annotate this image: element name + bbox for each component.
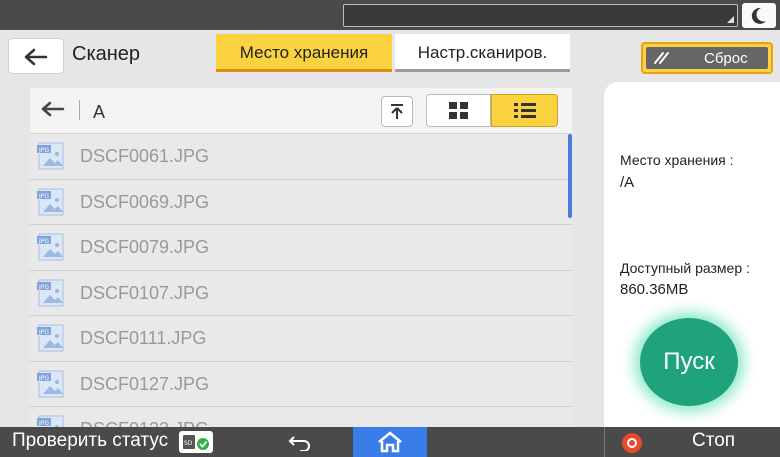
jpg-file-icon: JPG: [37, 279, 64, 306]
grid-icon: [449, 102, 468, 119]
file-browser: A JPG DSCF0061.JPG JPG DSCF0069.JPG JPG …: [30, 88, 572, 427]
home-icon: [378, 431, 402, 453]
file-name: DSCF0107.JPG: [80, 282, 210, 303]
svg-text:SD: SD: [184, 440, 193, 447]
bottom-bar: Проверить статус SD Стоп: [0, 427, 780, 457]
storage-label: Место хранения :: [620, 152, 734, 168]
reset-button-body: Сброс: [646, 47, 768, 69]
jpg-file-icon: JPG: [37, 233, 64, 261]
top-status-bar: [0, 0, 780, 30]
reset-label: Сброс: [704, 50, 748, 67]
list-item[interactable]: JPG DSCF0111.JPG: [30, 316, 572, 362]
back-button[interactable]: [8, 38, 64, 74]
path-separator: [79, 100, 80, 120]
list-item[interactable]: JPG DSCF0107.JPG: [30, 270, 572, 316]
file-name: DSCF0127.JPG: [80, 373, 210, 394]
file-name: DSCF0111.JPG: [80, 328, 207, 348]
scrollbar[interactable]: [568, 134, 572, 218]
list-icon: [514, 103, 536, 118]
path-bar: A: [30, 88, 572, 134]
reset-button[interactable]: Сброс: [641, 42, 773, 74]
message-box[interactable]: [343, 4, 738, 27]
file-name: DSCF0079.JPG: [80, 237, 210, 257]
jpg-file-icon: JPG: [37, 142, 64, 170]
reset-icon: [654, 52, 669, 64]
svg-text:JPG: JPG: [38, 375, 49, 382]
moon-icon: [751, 7, 766, 24]
stop-icon: [622, 433, 642, 453]
storage-value: /A: [620, 174, 635, 191]
list-item[interactable]: JPG DSCF0133.JPG: [30, 407, 572, 427]
list-view-button[interactable]: [491, 94, 558, 127]
arrow-left-icon: [24, 48, 48, 66]
file-name: DSCF0069.JPG: [80, 191, 210, 212]
tab-scan-settings[interactable]: Настр.сканиров.: [395, 34, 570, 72]
list-item[interactable]: JPG DSCF0127.JPG: [30, 361, 572, 407]
available-size-value: 860.36MB: [620, 281, 689, 298]
scroll-to-top-button[interactable]: [381, 96, 413, 127]
sd-card-icon: SD: [183, 435, 209, 450]
return-icon[interactable]: [288, 433, 312, 451]
start-button[interactable]: Пуск: [640, 318, 738, 406]
energy-saver-button[interactable]: [742, 3, 776, 28]
jpg-file-icon: JPG: [37, 370, 64, 397]
list-item[interactable]: JPG DSCF0079.JPG: [30, 225, 572, 271]
home-button[interactable]: [353, 427, 427, 457]
app-title: Сканер: [72, 43, 141, 65]
sd-card-status-icon[interactable]: SD: [179, 431, 213, 453]
list-item[interactable]: JPG DSCF0061.JPG: [30, 134, 572, 180]
stop-label: Стоп: [692, 430, 736, 451]
svg-text:JPG: JPG: [38, 193, 49, 200]
list-item[interactable]: JPG DSCF0069.JPG: [30, 179, 572, 225]
expand-corner-icon: [727, 16, 734, 23]
arrow-to-top-icon: [391, 104, 403, 119]
grid-view-button[interactable]: [426, 94, 491, 127]
file-name: DSCF0133.JPG: [80, 419, 209, 427]
file-name: DSCF0061.JPG: [80, 146, 210, 166]
file-list: JPG DSCF0061.JPG JPG DSCF0069.JPG JPG DS…: [30, 134, 572, 427]
tab-storage-location[interactable]: Место хранения: [216, 34, 392, 72]
svg-text:JPG: JPG: [38, 420, 49, 427]
parent-folder-icon[interactable]: [41, 100, 67, 118]
check-status-button[interactable]: Проверить статус: [12, 430, 168, 452]
available-size-label: Доступный размер :: [620, 260, 750, 276]
current-path: A: [93, 102, 106, 122]
stop-button[interactable]: Стоп: [604, 427, 780, 457]
jpg-file-icon: JPG: [37, 324, 64, 352]
jpg-file-icon: JPG: [37, 415, 64, 427]
jpg-file-icon: JPG: [37, 188, 64, 215]
svg-text:JPG: JPG: [38, 238, 49, 245]
svg-text:JPG: JPG: [38, 284, 49, 291]
svg-text:JPG: JPG: [38, 147, 49, 154]
svg-text:JPG: JPG: [38, 329, 49, 336]
